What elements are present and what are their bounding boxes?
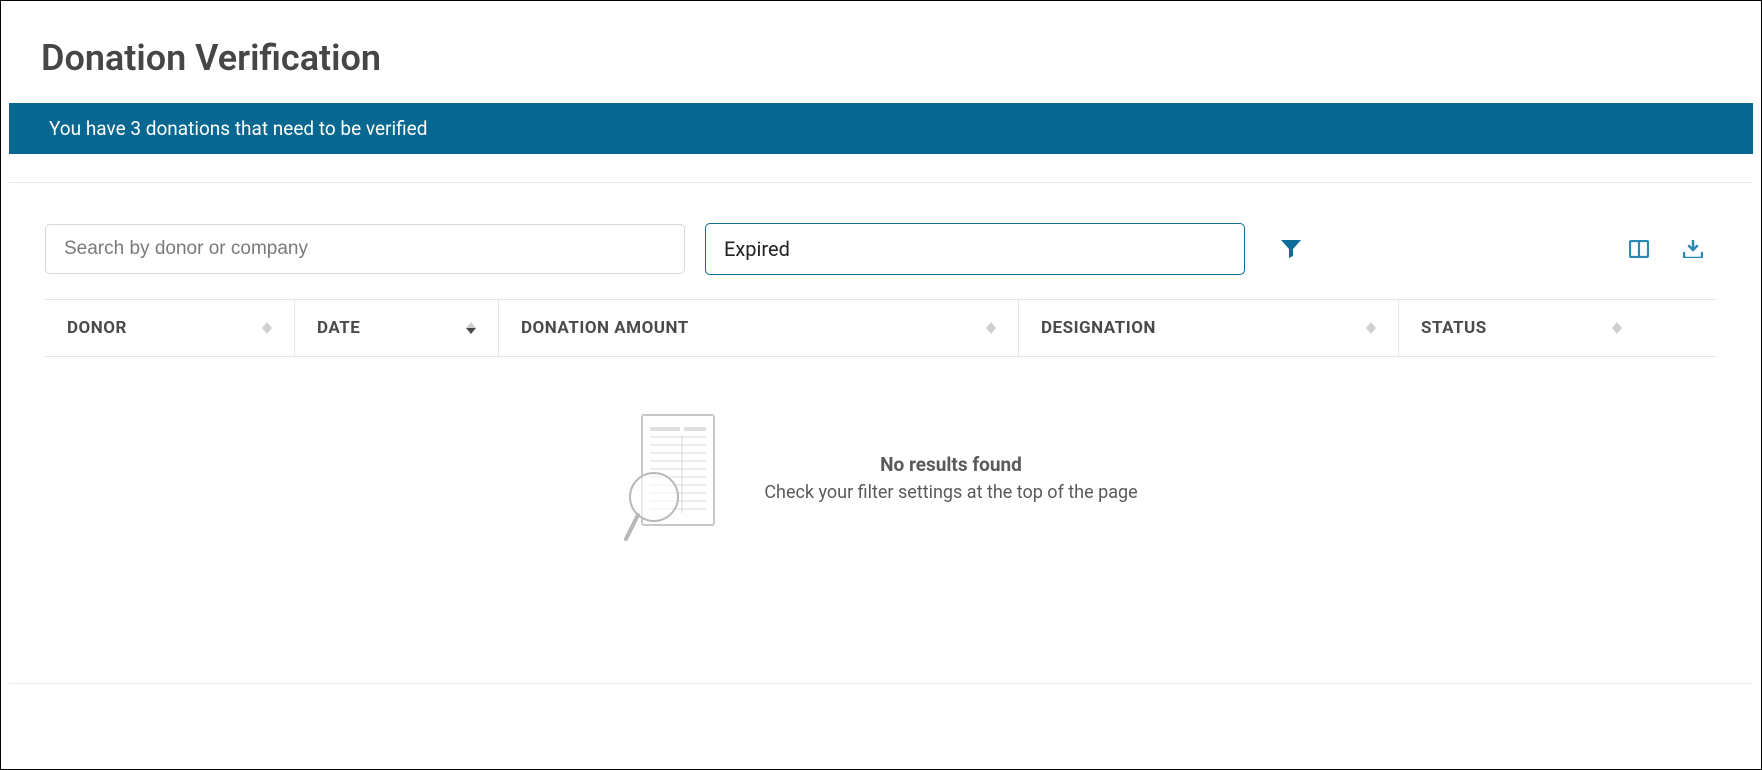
empty-state-illustration-icon: [624, 413, 724, 543]
download-button[interactable]: [1683, 240, 1703, 258]
sort-arrows-icon: [1612, 322, 1622, 334]
column-header-status[interactable]: STATUS: [1399, 300, 1644, 356]
notification-bar: You have 3 donations that need to be ver…: [9, 103, 1753, 154]
column-label: DONOR: [67, 318, 127, 338]
sort-arrows-icon: [986, 322, 996, 334]
toolbar-actions: [1629, 240, 1717, 258]
column-header-amount[interactable]: DONATION AMOUNT: [499, 300, 1019, 356]
table-header-row: DONOR DATE DONATION AMOUNT DESIGNATION: [45, 299, 1717, 357]
filter-icon: [1281, 240, 1301, 258]
filter-select[interactable]: Expired: [705, 223, 1245, 275]
column-label: DESIGNATION: [1041, 318, 1156, 338]
sort-arrows-icon: [466, 322, 476, 334]
filter-button[interactable]: [1273, 232, 1309, 266]
sort-arrows-icon: [1366, 322, 1376, 334]
empty-state-title: No results found: [764, 453, 1137, 476]
column-label: DATE: [317, 318, 360, 338]
empty-state-subtitle: Check your filter settings at the top of…: [764, 482, 1137, 503]
column-label: DONATION AMOUNT: [521, 318, 689, 338]
toolbar: Expired: [17, 183, 1745, 299]
filter-select-value: Expired: [724, 237, 790, 261]
download-icon: [1683, 240, 1703, 258]
column-header-date[interactable]: DATE: [295, 300, 499, 356]
main-content: Expired DONOR: [9, 182, 1753, 684]
empty-state: No results found Check your filter setti…: [17, 357, 1745, 683]
columns-button[interactable]: [1629, 240, 1649, 258]
page-title: Donation Verification: [41, 37, 1721, 79]
column-label: STATUS: [1421, 318, 1487, 338]
search-input[interactable]: [45, 224, 685, 274]
column-header-donor[interactable]: DONOR: [45, 300, 295, 356]
page-header: Donation Verification: [1, 1, 1761, 103]
sort-arrows-icon: [262, 322, 272, 334]
columns-icon: [1629, 240, 1649, 258]
empty-state-text: No results found Check your filter setti…: [764, 453, 1137, 503]
column-header-designation[interactable]: DESIGNATION: [1019, 300, 1399, 356]
notification-message: You have 3 donations that need to be ver…: [49, 117, 427, 140]
